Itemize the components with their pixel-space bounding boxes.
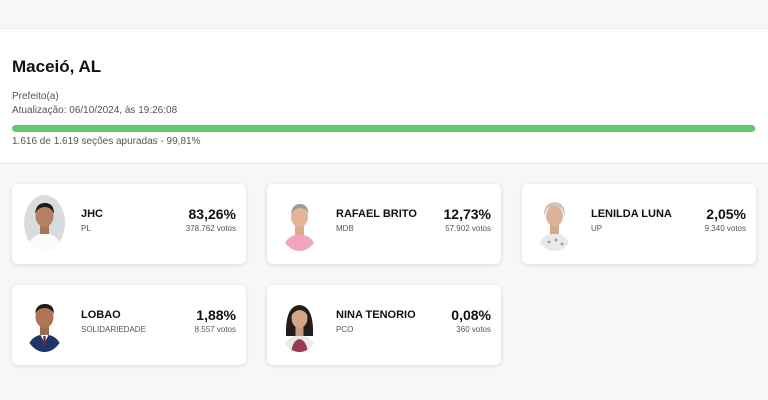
candidate-name: NINA TENORIO (336, 309, 416, 321)
candidate-card[interactable]: LENILDA LUNA UP 2,05% 9.340 votos (522, 184, 756, 264)
candidate-photo (24, 195, 65, 251)
candidate-party: UP (591, 224, 603, 233)
vote-count: 8.557 votos (194, 325, 236, 334)
vote-percentage: 83,26% (188, 206, 236, 222)
candidate-party: SOLIDARIEDADE (81, 325, 146, 334)
candidate-card[interactable]: RAFAEL BRITO MDB 12,73% 57.902 votos (267, 184, 501, 264)
sections-counted-text: 1.616 de 1.619 seções apuradas - 99,81% (12, 136, 201, 147)
candidate-photo (279, 195, 320, 251)
candidate-party: MDB (336, 224, 354, 233)
vote-percentage: 12,73% (443, 206, 491, 222)
candidate-card[interactable]: JHC PL 83,26% 378.762 votos (12, 184, 246, 264)
update-timestamp: Atualização: 06/10/2024, às 19:26:08 (12, 105, 178, 116)
office-label: Prefeito(a) (12, 91, 59, 102)
candidate-photo (279, 296, 320, 352)
vote-count: 360 votos (456, 325, 491, 334)
count-progress-fill (12, 125, 755, 132)
vote-percentage: 2,05% (706, 206, 746, 222)
vote-count: 57.902 votos (445, 224, 491, 233)
results-summary-panel: Maceió, AL Prefeito(a) Atualização: 06/1… (0, 28, 768, 164)
candidate-name: JHC (81, 208, 104, 220)
candidate-card[interactable]: LOBAO SOLIDARIEDADE 1,88% 8.557 votos (12, 285, 246, 365)
candidate-photo (534, 195, 575, 251)
candidate-party: PL (81, 224, 91, 233)
vote-count: 9.340 votos (704, 224, 746, 233)
candidate-name: LENILDA LUNA (591, 208, 672, 220)
candidate-card[interactable]: NINA TENORIO PCO 0,08% 360 votos (267, 285, 501, 365)
vote-percentage: 0,08% (451, 307, 491, 323)
candidate-name: LOBAO (81, 309, 121, 321)
candidate-party: PCO (336, 325, 354, 334)
vote-count: 378.762 votos (185, 224, 236, 233)
candidate-photo (24, 296, 65, 352)
vote-percentage: 1,88% (196, 307, 236, 323)
city-title: Maceió, AL (12, 57, 102, 76)
candidate-name: RAFAEL BRITO (336, 208, 417, 220)
count-progress-bar (12, 125, 756, 132)
